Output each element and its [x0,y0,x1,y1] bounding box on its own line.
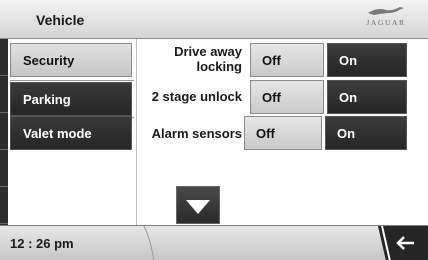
jaguar-logo: JAGUAR [358,5,414,33]
option-label: On [339,53,358,68]
alarm-sensors-off-button[interactable]: Off [244,116,322,150]
triangle-down-icon [186,200,210,214]
header-bar: Vehicle JAGUAR [0,0,428,39]
setting-label-drive-away-locking: Drive away locking [174,44,242,74]
sidebar-item-parking[interactable]: Parking [10,82,132,116]
setting-label-alarm-sensors: Alarm sensors [152,126,242,141]
option-label: Off [262,90,281,105]
setting-label-2-stage-unlock: 2 stage unlock [152,89,242,104]
two-stage-unlock-off-button[interactable]: Off [250,80,324,114]
leaper-icon [368,7,404,15]
page-title: Vehicle [36,12,85,28]
sidebar-item-valet-mode[interactable]: Valet mode [10,116,132,150]
sidebar-item-label: Security [23,53,75,68]
column-divider [136,39,137,225]
clock: 12 : 26 pm [10,236,74,251]
status-bar: 12 : 26 pm [0,225,428,260]
setting-label-line: 2 stage unlock [151,89,242,104]
sidebar-item-security[interactable]: Security [10,43,132,77]
setting-label-line: locking [196,59,242,74]
setting-label-line: Alarm sensors [151,126,242,141]
sidebar-item-label: Valet mode [23,126,92,141]
setting-label-line: Drive away [174,44,242,59]
sidebar-separator [10,80,134,81]
option-label: Off [262,53,281,68]
sidebar-item-label: Parking [23,92,71,107]
back-button[interactable] [370,226,428,260]
option-label: On [337,126,356,141]
scroll-down-button[interactable] [176,186,220,224]
drive-away-locking-off-button[interactable]: Off [250,43,324,77]
option-label: Off [256,126,275,141]
drive-away-locking-on-button[interactable]: On [327,43,407,77]
alarm-sensors-on-button[interactable]: On [325,116,407,150]
vehicle-settings-screen: Vehicle JAGUAR Security Parking Valet mo… [0,0,428,260]
two-stage-unlock-on-button[interactable]: On [327,80,407,114]
option-label: On [339,90,358,105]
arrow-left-icon [378,226,428,260]
logo-text: JAGUAR [366,18,406,27]
edge-strip [0,39,8,225]
